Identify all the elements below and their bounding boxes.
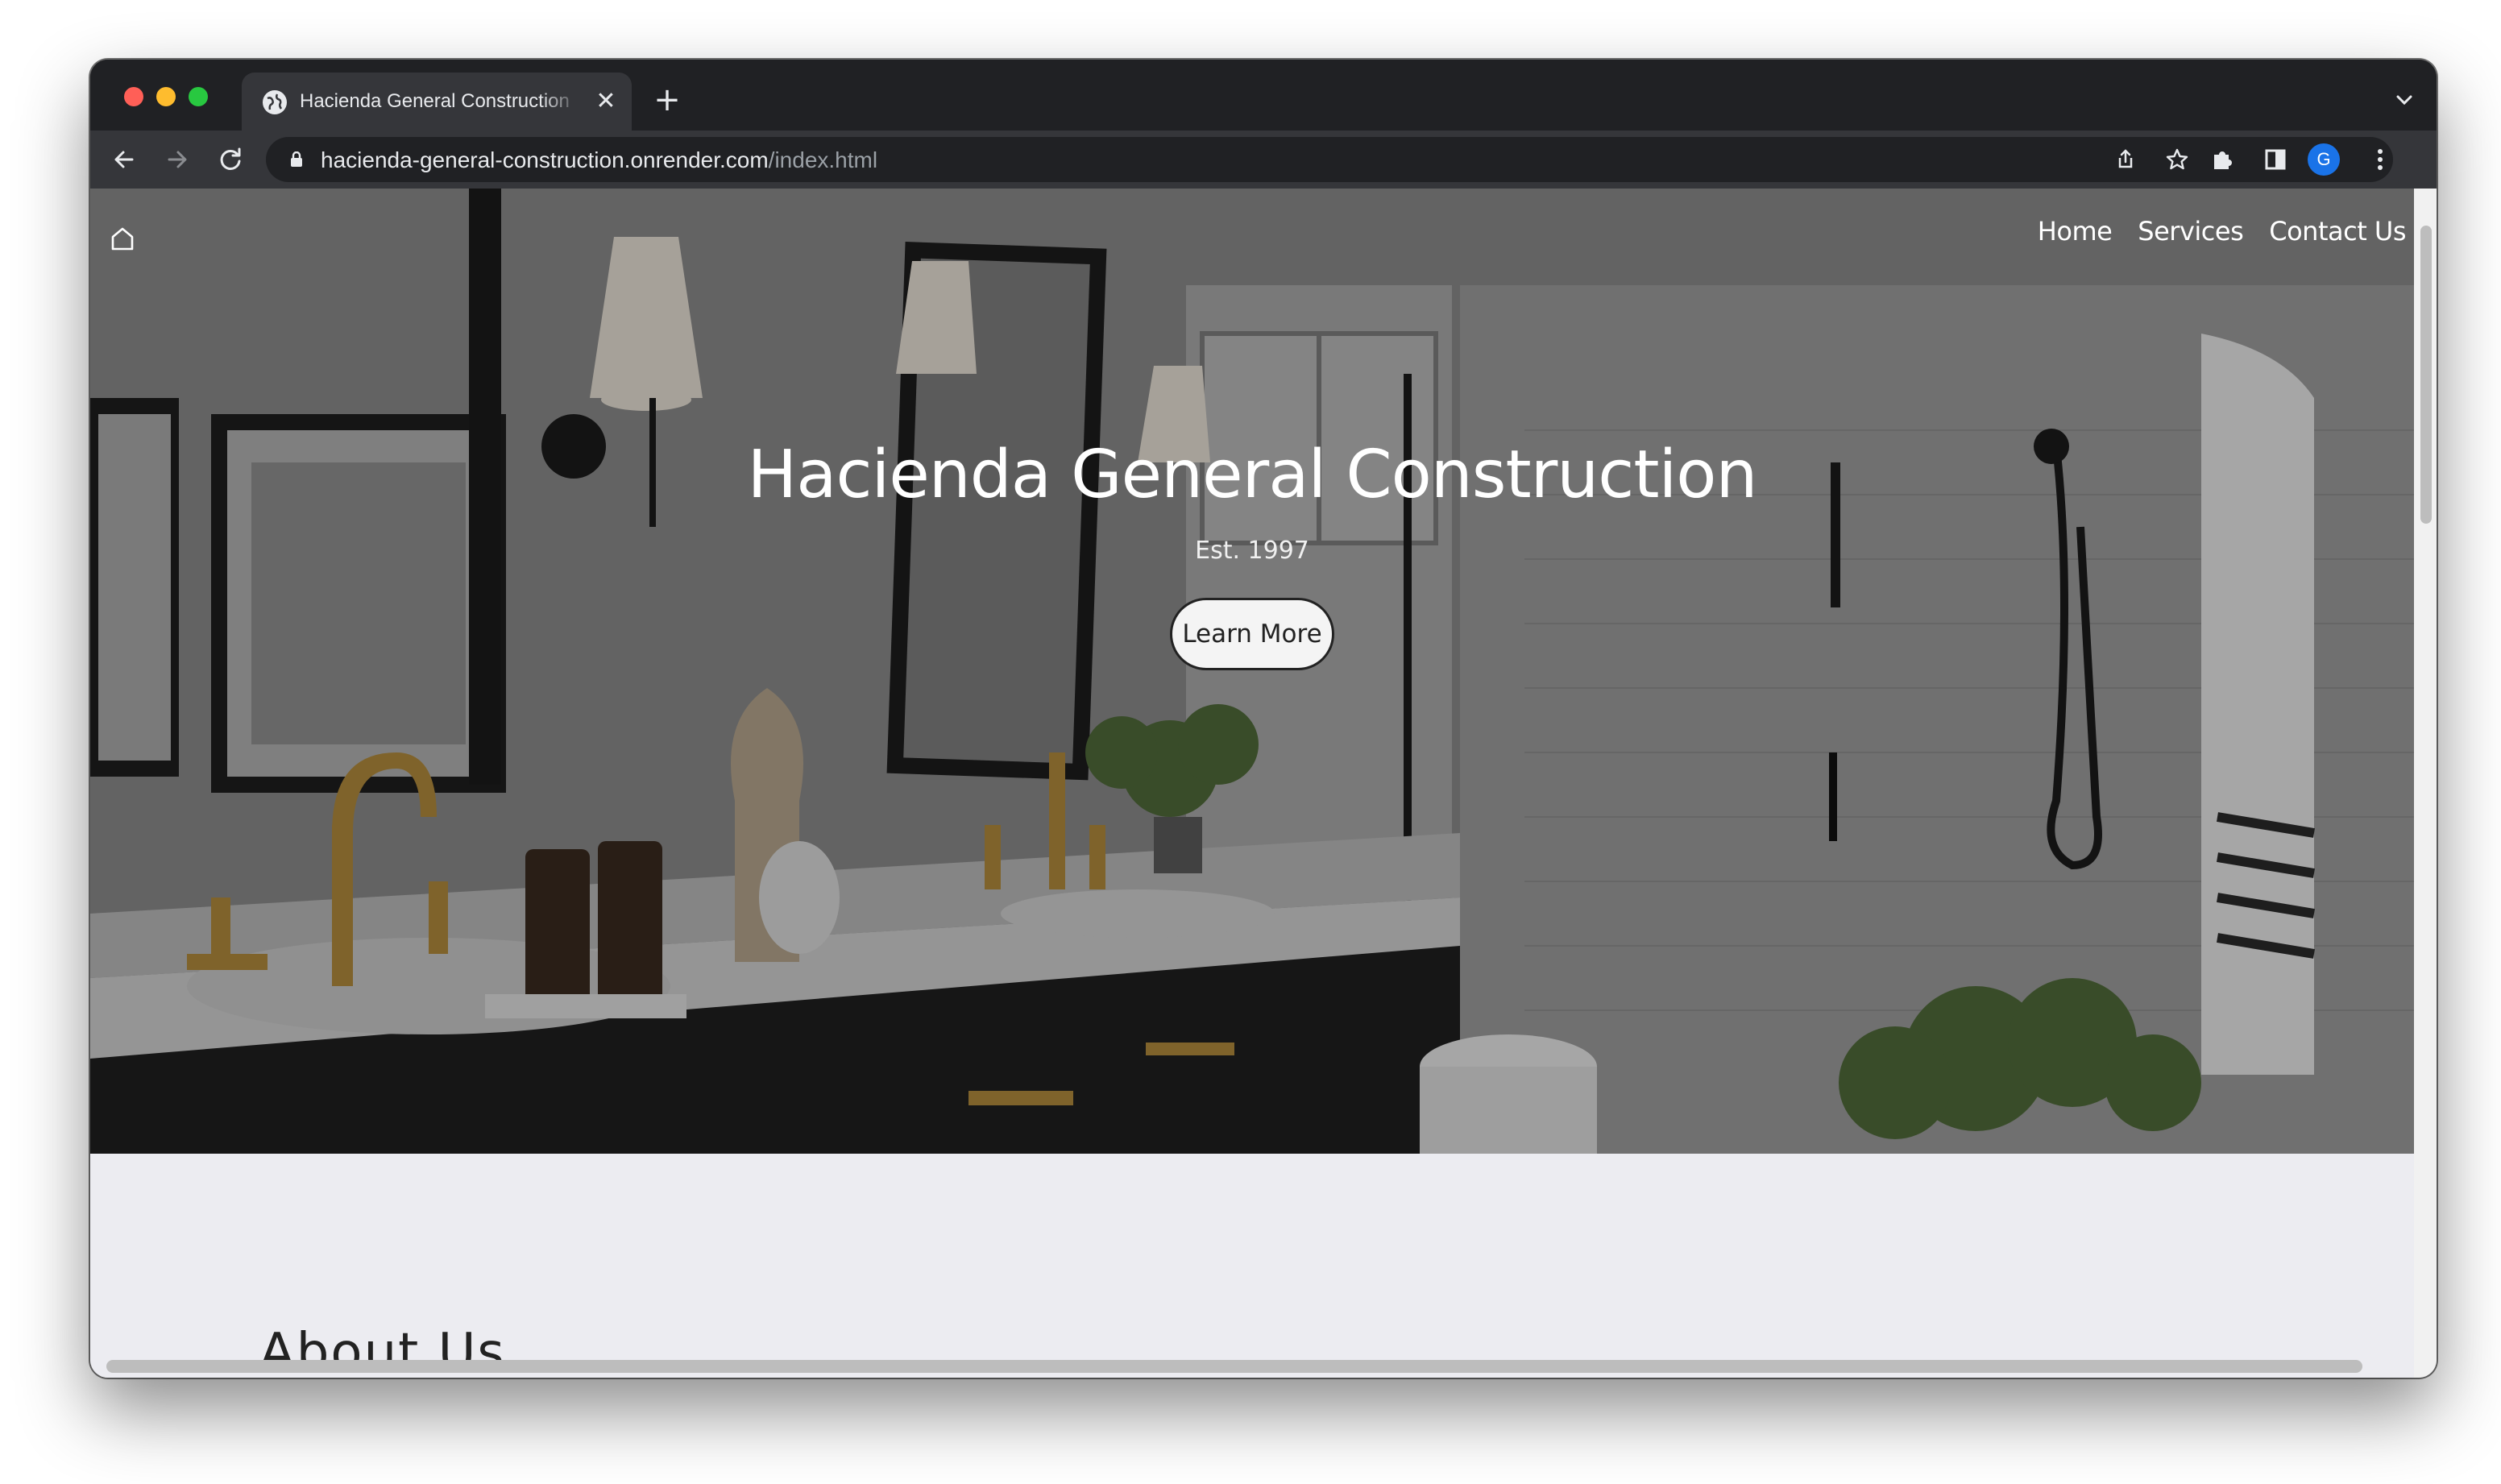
profile-avatar[interactable]: G: [2308, 143, 2340, 176]
side-panel-icon[interactable]: [2258, 142, 2293, 177]
reload-icon[interactable]: [213, 142, 248, 177]
puzzle-icon[interactable]: [2204, 142, 2240, 177]
address-bar[interactable]: hacienda-general-construction.onrender.c…: [266, 137, 2393, 182]
tab-search-chevron-icon[interactable]: [2388, 84, 2420, 116]
vertical-scrollbar-thumb[interactable]: [2420, 226, 2432, 524]
browser-window: Hacienda General Construction ✕ + hacien…: [90, 60, 2437, 1378]
hero-section: Home Services Contact Us Hacienda Genera…: [90, 189, 2414, 1154]
kebab-menu-icon[interactable]: [2362, 142, 2398, 177]
tab-strip: Hacienda General Construction ✕ +: [90, 60, 2437, 131]
back-arrow-icon[interactable]: [106, 142, 142, 177]
window-minimize-button[interactable]: [156, 87, 176, 106]
globe-icon: [263, 90, 287, 114]
share-icon[interactable]: [2108, 142, 2143, 177]
vertical-scrollbar[interactable]: [2414, 189, 2437, 1378]
url-host: hacienda-general-construction.onrender.c…: [321, 147, 769, 172]
nav-link-services[interactable]: Services: [2138, 216, 2243, 247]
page-viewport: Home Services Contact Us Hacienda Genera…: [90, 189, 2437, 1378]
browser-tab-active[interactable]: Hacienda General Construction ✕: [242, 73, 632, 131]
learn-more-button[interactable]: Learn More: [1170, 598, 1334, 670]
tab-title: Hacienda General Construction: [300, 90, 570, 112]
window-maximize-button[interactable]: [189, 87, 208, 106]
tab-close-icon[interactable]: ✕: [590, 85, 622, 118]
hero-dark-overlay: [90, 189, 2414, 1154]
hero-title: Hacienda General Construction: [747, 437, 1758, 513]
about-section: About Us: [90, 1154, 2414, 1378]
browser-toolbar: hacienda-general-construction.onrender.c…: [90, 131, 2437, 189]
nav-link-home[interactable]: Home: [2038, 216, 2113, 247]
site-nav: Home Services Contact Us: [2038, 216, 2407, 247]
new-tab-button[interactable]: +: [649, 82, 685, 118]
url-path: /index.html: [768, 147, 878, 172]
home-icon[interactable]: [108, 224, 137, 253]
lock-icon[interactable]: [290, 151, 303, 168]
forward-arrow-icon[interactable]: [160, 142, 195, 177]
horizontal-scrollbar[interactable]: [90, 1355, 2414, 1378]
star-icon[interactable]: [2159, 142, 2195, 177]
url-text: hacienda-general-construction.onrender.c…: [321, 147, 877, 173]
window-close-button[interactable]: [124, 87, 143, 106]
nav-link-contact-us[interactable]: Contact Us: [2269, 216, 2406, 247]
hero-subtitle: Est. 1997: [1195, 537, 1309, 565]
horizontal-scrollbar-thumb[interactable]: [106, 1360, 2362, 1373]
